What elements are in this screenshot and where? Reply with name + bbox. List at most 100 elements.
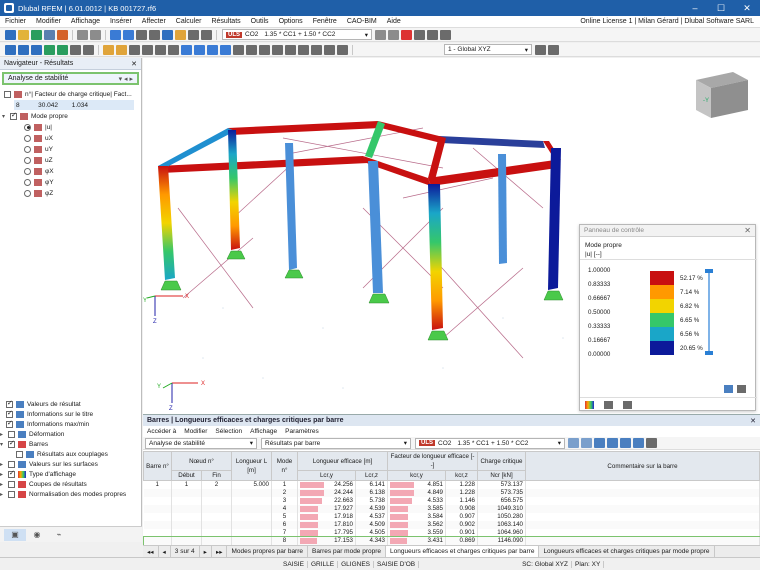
menu-outils[interactable]: Outils [246, 18, 274, 25]
clipping-icon[interactable] [272, 44, 283, 55]
legend-slider-track[interactable] [708, 273, 710, 351]
mode-radio-item[interactable]: |u| [24, 122, 52, 132]
menu-affecter[interactable]: Affecter [137, 18, 171, 25]
table-icon[interactable] [188, 29, 199, 40]
select-icon[interactable] [136, 29, 147, 40]
radio-phiz[interactable] [24, 189, 31, 197]
table-row[interactable]: 3 22.663 5.738 4.533 1.146 656.575 [143, 496, 760, 505]
mode-propre-item[interactable]: ▾ Mode propre [2, 111, 68, 121]
menu-aide[interactable]: Aide [382, 18, 406, 25]
minimize-icon[interactable]: – [682, 3, 708, 13]
view-tab-icon[interactable]: ◉ [26, 529, 48, 541]
status-glignes[interactable]: GLIGNES [338, 560, 374, 568]
chevron-down-icon[interactable]: ▾ [0, 441, 7, 448]
chevron-right-icon[interactable]: ▸ [0, 461, 7, 468]
checkbox[interactable] [8, 490, 15, 498]
load-member-icon[interactable] [116, 44, 127, 55]
mode-radio-item[interactable]: uY [24, 144, 53, 154]
tab-nav-last-icon[interactable]: ▸▸ [212, 545, 228, 558]
nav-item-couplages[interactable]: Résultats aux couplages [16, 449, 108, 459]
color-icon[interactable] [298, 44, 309, 55]
navigator-analysis-select[interactable]: Analyse de stabilité ▾ ◂ ▸ [2, 72, 139, 85]
guideline-icon[interactable] [155, 44, 166, 55]
radio-u[interactable] [24, 123, 31, 131]
factor-checkbox[interactable] [4, 90, 11, 98]
legend-slider-bottom[interactable] [705, 351, 713, 355]
grid-icon[interactable] [149, 29, 160, 40]
mode-checkbox[interactable] [10, 111, 17, 120]
deform-icon[interactable] [414, 29, 425, 40]
filter-tab-icon[interactable] [623, 401, 632, 409]
load-combo-select[interactable]: ULS CO2 1.35 * CC1 + 1.50 * CC2 ▾ [222, 29, 372, 40]
tab-nav-first-icon[interactable]: ◂◂ [143, 545, 159, 558]
color-scale-tab-icon[interactable] [585, 401, 594, 409]
table-row[interactable]: 5 17.918 4.537 3.584 0.907 1050.280 [143, 512, 760, 521]
factors-tab-icon[interactable] [604, 401, 613, 409]
dimension-icon[interactable] [142, 44, 153, 55]
coordinate-system-select[interactable]: 1 - Global XYZ ▾ [444, 44, 532, 55]
chevron-right-icon[interactable]: ▸ [0, 431, 7, 438]
tab-longueurs-par-mode[interactable]: Longueurs efficaces et charges critiques… [539, 545, 715, 558]
mode-radio-item[interactable]: uZ [24, 155, 53, 165]
radio-phix[interactable] [24, 167, 31, 175]
menu-modifier[interactable]: Modifier [31, 18, 66, 25]
menu-modifier-results[interactable]: Modifier [180, 428, 211, 435]
filter-icon[interactable] [285, 44, 296, 55]
nav-item-info-maxmin[interactable]: Informations max/min [6, 419, 89, 429]
view-x-icon[interactable] [181, 44, 192, 55]
menu-fichier[interactable]: Fichier [0, 18, 31, 25]
measure-icon[interactable] [129, 44, 140, 55]
nav-item-coupes[interactable]: ▸ Coupes de résultats [0, 479, 87, 489]
tab-nav-prev-icon[interactable]: ◂ [159, 545, 171, 558]
results-icon[interactable] [175, 29, 186, 40]
cs-settings-icon[interactable] [535, 44, 546, 55]
load-icon[interactable] [103, 44, 114, 55]
table-row[interactable]: 1 1 2 5.000 1 24.256 6.141 4.851 1.228 573.137 [143, 480, 760, 489]
factor-row[interactable]: 8 30.042 1.034 [14, 100, 134, 110]
mode-radio-item[interactable]: φX [24, 166, 54, 176]
nav-item-info-titre[interactable]: Informations sur le titre [6, 409, 93, 419]
nav-item-normalisation[interactable]: ▸ Normalisation des modes propres [0, 489, 126, 499]
nav-item-valeurs-resultat[interactable]: Valeurs de résultat [6, 399, 81, 409]
menu-resultats[interactable]: Résultats [206, 18, 245, 25]
visibility-icon[interactable] [246, 44, 257, 55]
line-icon[interactable] [18, 44, 29, 55]
redo-icon[interactable] [90, 29, 101, 40]
factor-header-row[interactable]: n°| Facteur de charge critique| Fact... [4, 89, 132, 99]
opening-icon[interactable] [83, 44, 94, 55]
zoom-icon[interactable] [123, 29, 134, 40]
mode-radio-item[interactable]: φY [24, 177, 54, 187]
mode-radio-item[interactable]: uX [24, 133, 53, 143]
nav-item-type-affichage[interactable]: ▸ Type d'affichage [0, 469, 76, 479]
menu-acceder[interactable]: Accéder à [143, 428, 180, 435]
checkbox[interactable] [8, 439, 15, 448]
table-row[interactable]: 6 17.810 4.509 3.562 0.902 1063.140 [143, 520, 760, 529]
radio-phiy[interactable] [24, 178, 31, 186]
nav-item-barres[interactable]: ▾ Barres [0, 439, 48, 449]
menu-affichage-results[interactable]: Affichage [246, 428, 281, 435]
member-icon[interactable] [31, 44, 42, 55]
open-folder-icon[interactable] [18, 29, 29, 40]
calculate-icon[interactable] [162, 29, 173, 40]
settings-icon[interactable] [440, 29, 451, 40]
chevron-down-icon[interactable]: ▾ [2, 113, 9, 120]
filter-icon[interactable] [594, 438, 605, 448]
tab-nav-next-icon[interactable]: ▸ [200, 545, 212, 558]
tab-barres-par-mode[interactable]: Barres par mode propre [308, 545, 387, 558]
radio-uz[interactable] [24, 156, 31, 164]
chevron-right-icon[interactable]: ▸ [0, 491, 7, 498]
legend-icon[interactable] [311, 44, 322, 55]
support-icon[interactable] [44, 44, 55, 55]
save-icon[interactable] [31, 29, 42, 40]
ortho-icon[interactable] [337, 44, 348, 55]
results-analysis-select[interactable]: Analyse de stabilité ▾ [145, 437, 257, 449]
status-saisie-ob[interactable]: SAISIE D'OB [374, 560, 420, 568]
checkbox[interactable] [8, 480, 15, 488]
report-icon[interactable] [57, 29, 68, 40]
mode-radio-item[interactable]: φZ [24, 188, 53, 198]
result-toggle-icon[interactable] [401, 29, 412, 40]
checkbox[interactable] [6, 399, 13, 408]
render-icon[interactable] [201, 29, 212, 40]
next-icon[interactable] [388, 29, 399, 40]
menu-calculer[interactable]: Calculer [171, 18, 207, 25]
